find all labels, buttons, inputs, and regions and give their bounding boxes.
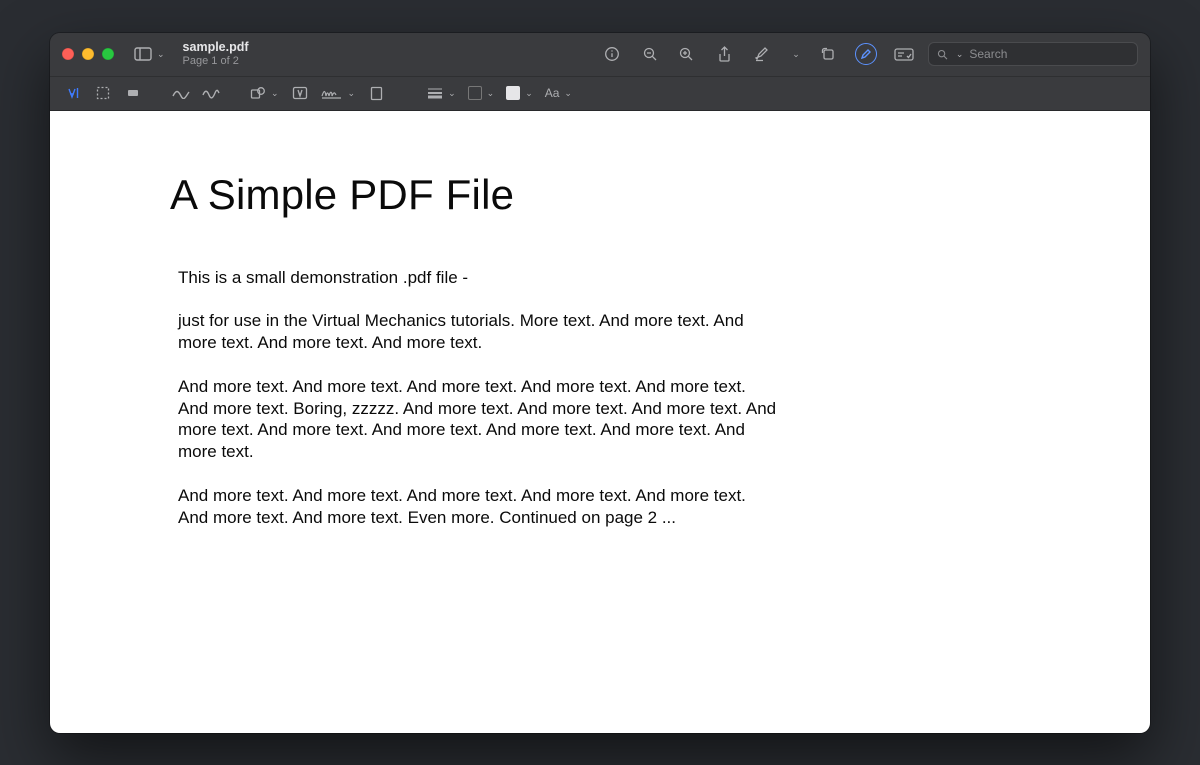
note-icon [370, 86, 383, 101]
redact-tool[interactable] [120, 81, 146, 105]
chevron-down-icon: ⌄ [564, 88, 572, 99]
rotate-button[interactable] [814, 41, 842, 67]
sketch-icon [172, 87, 190, 99]
document-paragraph: This is a small demonstration .pdf file … [178, 267, 778, 289]
chevron-down-icon: ⌄ [271, 88, 279, 99]
sidebar-icon [134, 47, 152, 61]
titlebar: ⌄ sample.pdf Page 1 of 2 ⌄ [50, 33, 1150, 77]
chevron-down-icon: ⌄ [487, 88, 495, 99]
markup-toolbar: ⌄ ⌄ ⌄ ⌄ ⌄ Aa ⌄ [50, 77, 1150, 111]
chevron-down-icon: ⌄ [448, 88, 456, 99]
highlight-icon [754, 46, 770, 62]
zoom-out-icon [642, 46, 658, 62]
search-field[interactable]: ⌄ [928, 42, 1138, 66]
signature-icon [321, 87, 343, 99]
document-paragraph: And more text. And more text. And more t… [178, 485, 778, 529]
document-filename: sample.pdf [183, 40, 249, 54]
search-input[interactable] [969, 47, 1129, 61]
sketch-tool[interactable] [168, 81, 194, 105]
info-icon [604, 46, 620, 62]
highlight-button[interactable] [748, 41, 776, 67]
page-indicator: Page 1 of 2 [183, 55, 249, 68]
line-style-menu[interactable]: ⌄ [423, 81, 460, 105]
zoom-in-icon [678, 46, 694, 62]
markup-button[interactable] [852, 41, 880, 67]
chevron-down-icon: ⌄ [792, 49, 800, 60]
highlight-menu-button[interactable]: ⌄ [786, 41, 804, 67]
fullscreen-window-button[interactable] [102, 48, 114, 60]
app-window: ⌄ sample.pdf Page 1 of 2 ⌄ [50, 33, 1150, 733]
draw-tool[interactable] [198, 81, 224, 105]
chevron-down-icon: ⌄ [956, 49, 964, 60]
note-tool[interactable] [363, 81, 389, 105]
search-icon [937, 48, 948, 61]
zoom-in-button[interactable] [672, 41, 700, 67]
line-weight-icon [427, 87, 443, 99]
sign-tool[interactable]: ⌄ [317, 81, 360, 105]
chevron-down-icon: ⌄ [348, 88, 356, 99]
document-title-block: sample.pdf Page 1 of 2 [183, 40, 249, 67]
font-style-menu[interactable]: Aa ⌄ [541, 81, 576, 105]
share-icon [717, 46, 732, 63]
minimize-window-button[interactable] [82, 48, 94, 60]
form-icon [894, 48, 914, 61]
text-select-tool[interactable] [60, 81, 86, 105]
pdf-page: A Simple PDF File This is a small demons… [50, 111, 1150, 733]
selection-icon [96, 86, 110, 100]
draw-icon [202, 87, 220, 99]
share-button[interactable] [710, 41, 738, 67]
text-box-tool[interactable] [287, 81, 313, 105]
info-button[interactable] [598, 41, 626, 67]
zoom-out-button[interactable] [636, 41, 664, 67]
fill-swatch-icon [506, 86, 520, 100]
chevron-down-icon: ⌄ [157, 49, 165, 60]
document-paragraph: And more text. And more text. And more t… [178, 376, 778, 463]
document-viewport[interactable]: A Simple PDF File This is a small demons… [50, 111, 1150, 733]
rect-select-tool[interactable] [90, 81, 116, 105]
markup-icon [860, 48, 872, 60]
stroke-color-menu[interactable]: ⌄ [464, 81, 499, 105]
document-paragraph: just for use in the Virtual Mechanics tu… [178, 310, 778, 354]
form-fill-button[interactable] [890, 41, 918, 67]
text-cursor-icon [65, 86, 81, 100]
redact-icon [126, 86, 140, 100]
document-heading: A Simple PDF File [170, 171, 1030, 219]
sidebar-toggle-button[interactable]: ⌄ [130, 44, 169, 64]
textbox-icon [292, 86, 308, 100]
stroke-swatch-icon [468, 86, 482, 100]
font-menu-label: Aa [545, 86, 560, 100]
chevron-down-icon: ⌄ [525, 88, 533, 99]
window-controls [62, 48, 114, 60]
fill-color-menu[interactable]: ⌄ [502, 81, 537, 105]
shapes-tool[interactable]: ⌄ [246, 81, 283, 105]
close-window-button[interactable] [62, 48, 74, 60]
shapes-icon [250, 86, 266, 100]
rotate-icon [821, 47, 836, 62]
